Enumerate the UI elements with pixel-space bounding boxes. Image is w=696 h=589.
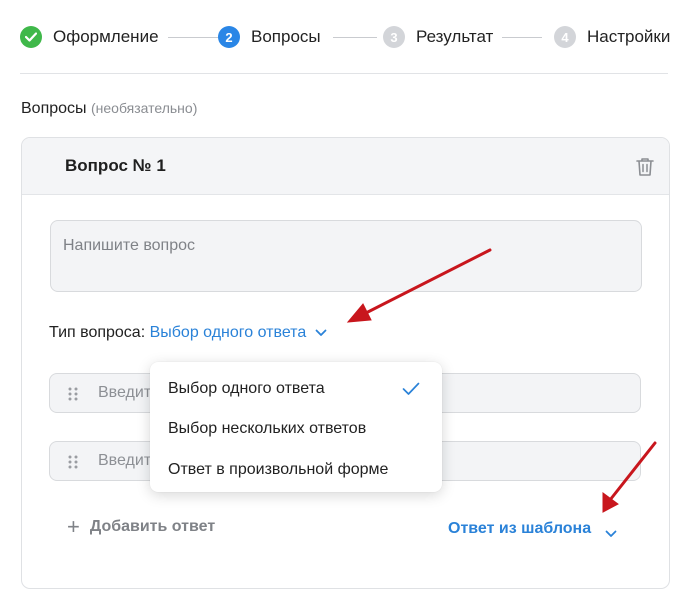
stepper: Оформление 2 Вопросы 3 Результат 4 Настр… <box>20 24 680 50</box>
step-label: Результат <box>416 27 494 46</box>
section-title-text: Вопросы <box>21 100 87 117</box>
question-title: Вопрос № 1 <box>65 156 166 175</box>
step-design[interactable]: Оформление <box>20 24 159 50</box>
question-type-select[interactable]: Выбор одного ответа <box>150 324 307 341</box>
question-type-row: Тип вопроса: Выбор одного ответа <box>49 324 327 342</box>
plus-icon: + <box>67 514 80 539</box>
step-label: Настройки <box>587 27 671 46</box>
add-answer-button[interactable]: + Добавить ответ <box>67 514 216 539</box>
divider <box>20 73 668 74</box>
dropdown-option-multiple[interactable]: Выбор нескольких ответов <box>168 420 366 438</box>
step-result[interactable]: 3 Результат <box>383 24 493 50</box>
question-type-label: Тип вопроса: <box>49 324 146 342</box>
step-settings[interactable]: 4 Настройки <box>554 24 670 50</box>
question-input[interactable] <box>51 221 645 293</box>
step-connector <box>333 37 377 38</box>
dropdown-option-freeform[interactable]: Ответ в произвольной форме <box>168 461 388 479</box>
chevron-down-icon[interactable] <box>315 324 327 342</box>
check-icon <box>20 26 42 48</box>
answer-template-button[interactable]: Ответ из шаблона <box>448 520 591 538</box>
drag-handle-icon[interactable] <box>67 386 79 402</box>
optional-hint: (необязательно) <box>90 100 198 116</box>
add-answer-label: Добавить ответ <box>89 518 216 535</box>
trash-icon[interactable] <box>634 156 656 178</box>
step-questions[interactable]: 2 Вопросы <box>218 24 321 50</box>
step-connector <box>502 37 542 38</box>
step-number: 3 <box>383 26 405 48</box>
step-number: 4 <box>554 26 576 48</box>
question-field <box>50 220 645 293</box>
section-title: Вопросы (необязательно) <box>21 100 197 118</box>
dropdown-option-single[interactable]: Выбор одного ответа <box>168 380 325 398</box>
step-label: Вопросы <box>251 27 321 46</box>
question-card-header: Вопрос № 1 <box>22 138 669 195</box>
step-number: 2 <box>218 26 240 48</box>
check-icon <box>402 382 420 401</box>
question-type-dropdown: Выбор одного ответа Выбор нескольких отв… <box>150 362 442 492</box>
drag-handle-icon[interactable] <box>67 454 79 470</box>
step-label: Оформление <box>53 27 159 46</box>
chevron-down-icon[interactable] <box>605 525 617 543</box>
